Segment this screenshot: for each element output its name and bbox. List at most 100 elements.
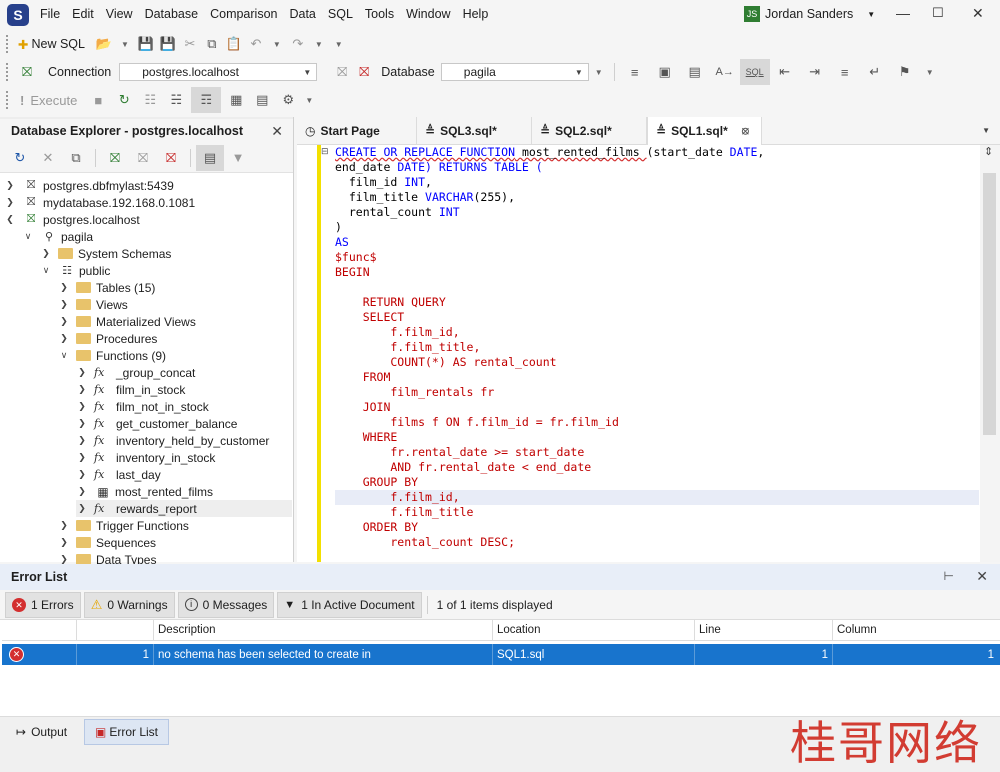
chevron-right-icon[interactable]: ❯ [76,469,88,480]
chevron-right-icon[interactable]: ❯ [58,282,70,293]
tree-node[interactable]: ❮ ⛝ postgres.localhost [4,211,140,228]
active-document-filter-button[interactable]: ▼ 1 In Active Document [277,591,422,618]
tree-node[interactable]: ❯ fx inventory_held_by_customer [76,432,269,449]
warnings-filter-button[interactable]: ⚠ 0 Warnings [83,591,175,618]
toolbar-grip[interactable] [6,35,10,53]
errors-filter-button[interactable]: ✕ 1 Errors [5,591,81,618]
tab-sql3[interactable]: ≜ SQL3.sql* [417,117,532,145]
undo-dropdown-icon[interactable]: ▼ [273,40,281,49]
menu-help[interactable]: Help [457,7,495,21]
user-account[interactable]: JS Jordan Sanders ▼ [744,6,875,22]
sql-editor[interactable]: ⊟ CREATE OR REPLACE FUNCTION most_rented… [297,145,1000,562]
tree-node[interactable]: ❯ Materialized Views [58,313,196,330]
tree-node[interactable]: ❯ Views [58,296,128,313]
table-row[interactable]: ✕ 1 no schema has been selected to creat… [2,644,1000,665]
tab-output[interactable]: ↦ Output [6,719,77,745]
undo-icon[interactable]: ↶ [245,33,267,55]
scrollbar-thumb[interactable] [983,173,996,435]
query-profiler-icon[interactable]: ▦ [225,89,247,111]
uncomment-icon[interactable]: ▤ [680,61,710,83]
menu-comparison[interactable]: Comparison [204,7,283,21]
close-icon[interactable]: ✕ [271,123,283,140]
chevron-right-icon[interactable]: ❯ [58,333,70,344]
collapse-all-icon[interactable]: ⧉ [62,147,90,169]
column-header-location[interactable]: Location [493,620,695,640]
tab-sql1[interactable]: ≜ SQL1.sql* ⦻ [647,117,762,145]
chevron-right-icon[interactable]: ❯ [76,401,88,412]
connect-icon[interactable]: ⛝ [129,147,157,169]
tree-node[interactable]: ❯ Trigger Functions [58,517,189,534]
delete-icon[interactable]: ✕ [34,147,62,169]
sql-mode-icon[interactable]: SQL [739,59,770,85]
format-icon[interactable]: ≡ [620,61,650,83]
tree-node[interactable]: ∨ Functions (9) [58,347,166,364]
close-icon[interactable]: ✕ [976,568,988,585]
stop-icon[interactable]: ■ [87,89,109,111]
split-view-icon[interactable]: ⇕ [984,145,993,158]
tree-node[interactable]: ❯ Tables (15) [58,279,155,296]
disconnect-icon[interactable]: ⛝ [157,147,185,169]
chevron-down-icon[interactable]: ❮ [4,214,16,225]
outdent-icon[interactable]: ⇥ [800,61,830,83]
tree-node[interactable]: ❯ ⛝ postgres.dbfmylast:5439 [4,177,174,194]
menu-file[interactable]: File [34,7,66,21]
chevron-right-icon[interactable]: ❯ [4,197,16,208]
column-header-icon[interactable] [2,620,77,640]
connection-select[interactable]: postgres.localhost ▼ [119,63,318,81]
menu-view[interactable]: View [100,7,139,21]
comment-icon[interactable]: ▣ [650,61,680,83]
save-all-icon[interactable]: 💾 [157,33,179,55]
tree-node[interactable]: ❯ ⛝ mydatabase.192.168.0.1081 [4,194,195,211]
code-area[interactable]: CREATE OR REPLACE FUNCTION most_rented_f… [335,145,979,550]
tree-node[interactable]: ❯ ▦ most_rented_films [76,483,213,500]
save-icon[interactable]: 💾 [135,33,157,55]
collapse-icon[interactable]: ⊟ [321,146,329,157]
refresh-icon[interactable]: ↻ [6,147,34,169]
case-icon[interactable]: A→ [710,61,740,83]
tree-node-selected[interactable]: ❯ fx rewards_report [76,500,292,517]
tab-start-page[interactable]: ◷ Start Page [297,117,417,145]
redo-dropdown-icon[interactable]: ▼ [315,40,323,49]
chevron-down-icon[interactable]: ∨ [22,231,34,242]
new-connection-icon[interactable]: ⛝ [101,147,129,169]
paste-icon[interactable]: 📋 [223,33,245,55]
toolbar-overflow-icon[interactable]: ▼ [926,68,934,77]
messages-filter-button[interactable]: i 0 Messages [177,591,275,618]
tree-node[interactable]: ❯ fx _group_concat [76,364,195,381]
menu-database[interactable]: Database [139,7,205,21]
chevron-right-icon[interactable]: ❯ [76,367,88,378]
options-icon[interactable]: ⚙ [277,89,299,111]
chevron-right-icon[interactable]: ❯ [40,248,52,259]
tree-node[interactable]: ❯ Procedures [58,330,157,347]
tab-list-dropdown-icon[interactable]: ▼ [982,126,990,135]
menu-tools[interactable]: Tools [359,7,400,21]
pin-icon[interactable]: ⊢ [944,569,954,583]
toolbar-grip[interactable] [6,91,10,109]
chevron-right-icon[interactable]: ❯ [76,486,88,497]
tab-error-list[interactable]: ▣ Error List [84,719,170,745]
align-icon[interactable]: ≡ [830,61,860,83]
filter-icon[interactable]: ▼ [224,147,252,169]
execute-selection-icon[interactable]: ☶ [191,87,222,113]
copy-icon[interactable]: ⧉ [201,33,223,55]
app-logo[interactable]: S [7,4,29,26]
database-select[interactable]: pagila ▼ [440,63,589,81]
cut-icon[interactable]: ✂ [179,33,201,55]
menu-data[interactable]: Data [283,7,321,21]
chevron-right-icon[interactable]: ❯ [58,520,70,531]
tree-node[interactable]: ❯ fx get_customer_balance [76,415,237,432]
redo-icon[interactable]: ↷ [287,33,309,55]
execute-plan-icon[interactable]: ☷ [139,89,161,111]
tree-node[interactable]: ❯ fx inventory_in_stock [76,449,215,466]
chevron-right-icon[interactable]: ❯ [76,503,88,514]
tree-node[interactable]: ❯ fx film_not_in_stock [76,398,209,415]
tree-node[interactable]: ∨ ⚲ pagila [22,228,93,245]
column-header-description[interactable]: Description [154,620,493,640]
close-tab-icon[interactable]: ⦻ [742,125,749,138]
chevron-right-icon[interactable]: ❯ [58,299,70,310]
toolbar-overflow-icon[interactable]: ▼ [335,40,343,49]
menu-window[interactable]: Window [400,7,456,21]
tree-node[interactable]: ❯ System Schemas [40,245,171,262]
filter-objects-icon[interactable]: ▤ [196,144,224,171]
chevron-right-icon[interactable]: ❯ [76,435,88,446]
